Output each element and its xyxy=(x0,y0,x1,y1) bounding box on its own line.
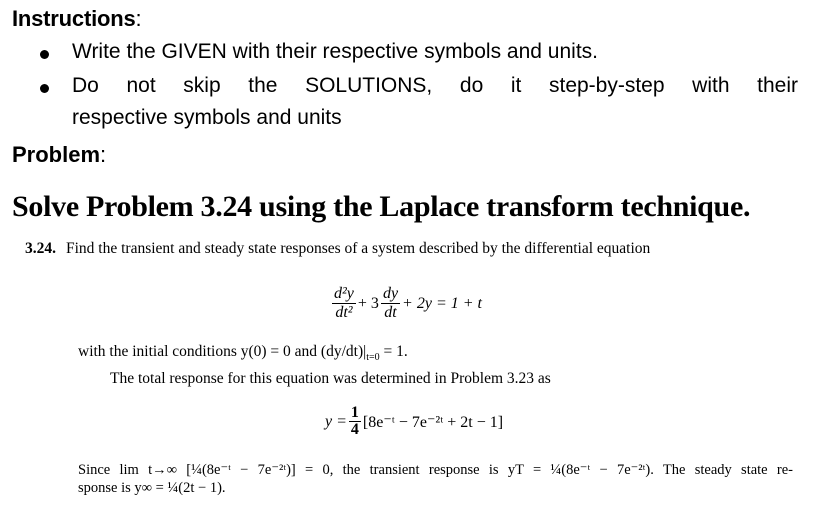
bullet-icon xyxy=(40,50,49,59)
total-response-equation: y = 1 4 [8e⁻ᵗ − 7e⁻²ᵗ + 2t − 1] xyxy=(325,405,503,438)
differential-equation: d²y dt² + 3 dy dt + 2y = 1 + t xyxy=(330,285,482,322)
total-response-intro: The total response for this equation was… xyxy=(110,370,551,387)
instruction-text: Do not skip the SOLUTIONS, do it step-by… xyxy=(72,74,798,97)
conclusion-line-2: sponse is y∞ = ¼(2t − 1). xyxy=(78,480,226,496)
instructions-heading: Instructions: xyxy=(12,6,142,31)
bullet-icon xyxy=(40,84,49,93)
problem-statement: 3.24. Find the transient and steady state… xyxy=(25,240,650,258)
instruction-text: Write the GIVEN with their respective sy… xyxy=(72,40,598,63)
response-body: [8e⁻ᵗ − 7e⁻²ᵗ + 2t − 1] xyxy=(362,413,504,431)
equation-rest: + 2y = 1 + t xyxy=(402,294,482,312)
conclusion-line-1: Since lim t→∞ [¼(8e⁻ᵗ − 7e⁻²ᵗ)] = 0, the… xyxy=(78,462,793,478)
instruction-text-continued: respective symbols and units xyxy=(72,106,342,129)
statement-text: Find the transient and steady state resp… xyxy=(66,240,651,257)
lhs: y = xyxy=(325,412,347,430)
problem-title: Solve Problem 3.24 using the Laplace tra… xyxy=(12,190,751,223)
initial-conditions: with the initial conditions y(0) = 0 and… xyxy=(78,343,408,364)
problem-heading: Problem: xyxy=(12,142,107,167)
quarter-fraction: 1 4 xyxy=(348,404,361,438)
problem-number: 3.24. xyxy=(25,240,56,257)
first-derivative-fraction: dy dt xyxy=(380,285,401,321)
second-derivative-fraction: d²y dt² xyxy=(332,285,356,321)
plus-three: + 3 xyxy=(357,294,379,312)
